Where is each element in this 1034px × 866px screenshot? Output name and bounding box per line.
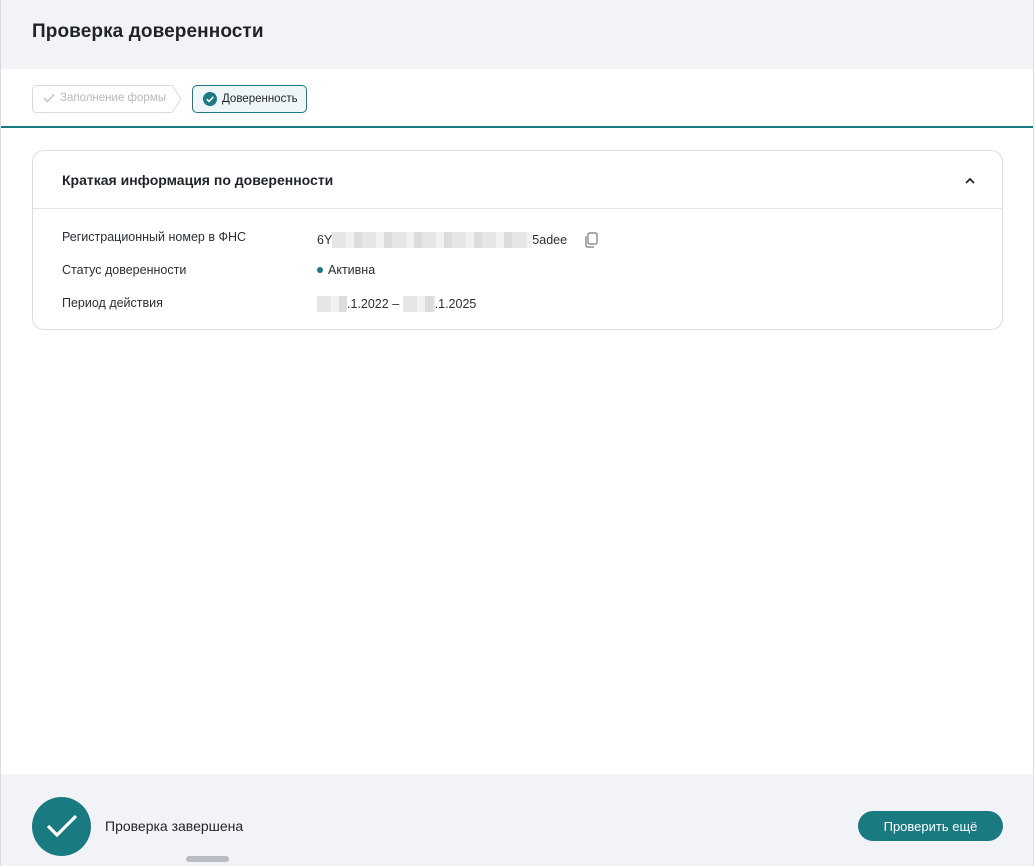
value-suffix: 5adee xyxy=(532,233,568,247)
date-from: .1.2022 xyxy=(347,297,389,311)
redacted-block xyxy=(402,296,435,312)
dialog-window: Проверка доверенности Заполнение формы Д… xyxy=(0,0,1034,866)
status-dot-icon xyxy=(317,267,323,273)
page-title: Проверка доверенности xyxy=(32,21,264,42)
chevron-up-icon[interactable] xyxy=(962,173,978,189)
redacted-block xyxy=(317,296,347,312)
summary-card: Краткая информация по доверенности Регис… xyxy=(32,150,1003,330)
row-label: Статус доверенности xyxy=(62,263,187,277)
stepper: Заполнение формы Доверенность xyxy=(1,69,1033,128)
copy-icon[interactable] xyxy=(581,230,601,250)
row-label: Регистрационный номер в ФНС xyxy=(62,230,246,244)
status-text: Активна xyxy=(328,263,376,277)
drag-handle[interactable] xyxy=(186,856,229,862)
step-fill-form[interactable]: Заполнение формы xyxy=(32,85,182,113)
card-title: Краткая информация по доверенности xyxy=(62,172,334,188)
redacted-block xyxy=(332,232,533,248)
status-value: Активна xyxy=(317,263,375,277)
date-to: .1.2025 xyxy=(434,297,477,311)
step-label: Доверенность xyxy=(222,93,298,105)
validity-value: .1.2022 – .1.2025 xyxy=(317,296,476,312)
value-prefix: 6Y xyxy=(317,233,333,247)
step-power-of-attorney[interactable]: Доверенность xyxy=(192,85,307,113)
row-label: Период действия xyxy=(62,296,163,310)
check-circle-icon xyxy=(203,92,217,106)
success-check-icon xyxy=(32,797,91,856)
check-again-button[interactable]: Проверить ещё xyxy=(858,811,1003,841)
dialog-footer: Проверка завершена Проверить ещё xyxy=(1,774,1033,866)
date-separator: – xyxy=(392,297,400,311)
completion-status: Проверка завершена xyxy=(105,818,244,834)
dialog-header: Проверка доверенности xyxy=(1,0,1033,69)
card-header[interactable]: Краткая информация по доверенности xyxy=(33,151,1002,209)
registration-number-value: 6Y 5adee xyxy=(317,230,601,250)
check-icon xyxy=(43,93,55,103)
step-label: Заполнение формы xyxy=(60,92,166,104)
